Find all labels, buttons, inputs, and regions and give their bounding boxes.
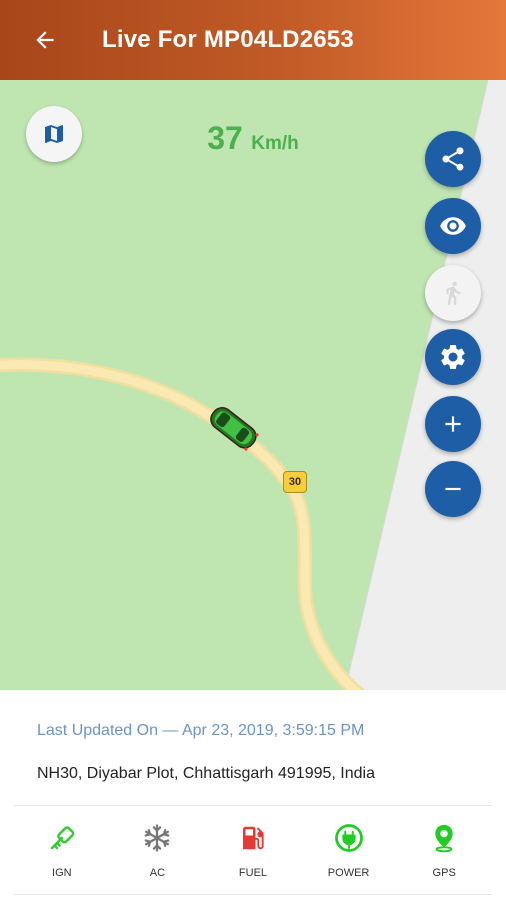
street-view-button[interactable] [425, 265, 481, 321]
page-title: Live For MP04LD2653 [102, 26, 354, 53]
status-ignition: IGN [22, 821, 102, 879]
gear-icon [441, 345, 465, 369]
address-text: NH30, Diyabar Plot, Chhattisgarh 491995,… [37, 765, 375, 782]
car-marker[interactable] [203, 402, 265, 452]
speed-unit: Km/h [251, 133, 299, 154]
last-updated-text: Last Updated On — Apr 23, 2019, 3:59:15 … [37, 722, 365, 739]
ignition-key-icon [50, 826, 75, 850]
back-button[interactable] [20, 15, 70, 65]
zoom-out-button[interactable] [425, 461, 481, 517]
walking-person-icon [446, 281, 461, 305]
bottom-divider [14, 894, 492, 895]
power-plug-icon [334, 824, 363, 852]
status-fuel: FUEL [213, 821, 293, 879]
status-label-gps: GPS [432, 867, 456, 879]
snowflake-icon [145, 824, 170, 852]
settings-button[interactable] [425, 329, 481, 385]
share-button[interactable] [425, 131, 481, 187]
status-label-power: POWER [327, 867, 370, 879]
status-gps: GPS [404, 821, 484, 879]
road-shield-label: 30 [288, 476, 302, 488]
share-icon [442, 147, 464, 171]
back-arrow-icon [36, 31, 54, 49]
status-power: POWER [309, 821, 389, 879]
status-ac: AC [117, 821, 197, 879]
eye-icon [440, 217, 466, 235]
zoom-in-button[interactable] [425, 396, 481, 452]
gps-pin-icon [435, 824, 453, 853]
fuel-pump-icon [242, 826, 264, 850]
status-label-fuel: FUEL [238, 867, 268, 879]
status-label-ign: IGN [52, 867, 72, 879]
speed-value: 37 [207, 120, 243, 156]
status-label-ac: AC [149, 867, 166, 879]
app-bar: Live For MP04LD2653 [0, 0, 506, 80]
road-shield: 30 [283, 471, 307, 493]
visibility-button[interactable] [425, 198, 481, 254]
plus-icon [445, 416, 461, 432]
minus-icon [445, 487, 461, 491]
status-bar: IGN AC FUEL POWER GPS [14, 806, 492, 894]
